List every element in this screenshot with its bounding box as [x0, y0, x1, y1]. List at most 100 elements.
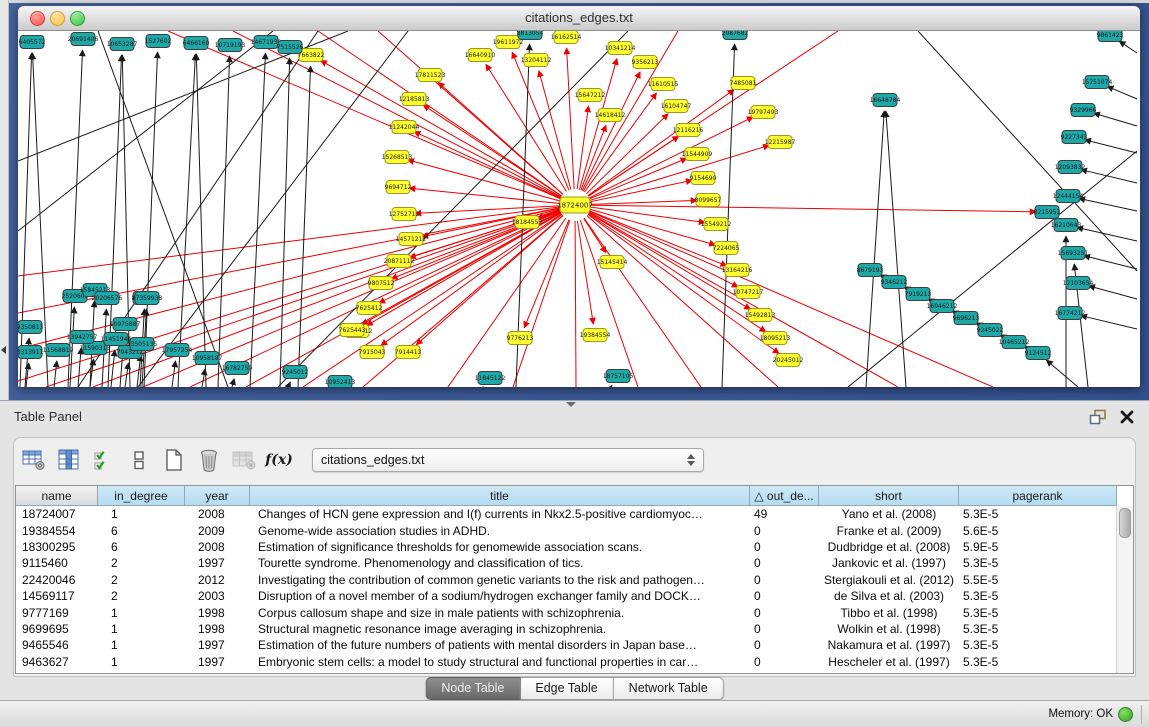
table-row[interactable]: 1872400712008Changes of HCN gene express… [16, 506, 1117, 522]
function-builder-button[interactable]: f(x) [265, 446, 293, 474]
create-column-button[interactable] [160, 446, 188, 474]
cell-year: 2008 [185, 507, 250, 521]
svg-text:12215987: 12215987 [765, 139, 796, 146]
delete-column-button[interactable] [195, 446, 223, 474]
tab-node-table[interactable]: Node Table [425, 677, 520, 700]
table-row[interactable]: 2242004622012Investigating the contribut… [16, 572, 1117, 588]
svg-text:12093832: 12093832 [1055, 164, 1086, 171]
column-header-title[interactable]: title [250, 486, 750, 506]
cell-out-de-: 0 [750, 589, 819, 603]
selection-toggle-button[interactable] [125, 446, 153, 474]
svg-text:15647212: 15647212 [575, 92, 606, 99]
svg-text:18757105: 18757105 [603, 373, 634, 380]
svg-text:13204112: 13204112 [521, 57, 552, 64]
close-window-button[interactable] [30, 11, 45, 26]
column-header-short[interactable]: short [819, 486, 959, 506]
table-row[interactable]: 1938455462009Genome-wide association stu… [16, 522, 1117, 538]
table-mode-button[interactable] [20, 446, 48, 474]
cell-title: Corpus callosum shape and size in male p… [250, 606, 750, 620]
column-header-year[interactable]: year [185, 486, 250, 506]
svg-text:15549212: 15549212 [701, 221, 732, 228]
column-chooser-button[interactable] [55, 446, 83, 474]
table-row[interactable]: 911546021997Tourette syndrome. Phenomeno… [16, 555, 1117, 571]
svg-text:10747217: 10747217 [733, 289, 764, 296]
status-bar: Memory: OK [0, 700, 1149, 727]
svg-text:16774212: 16774212 [1055, 310, 1086, 317]
column-header-out-de-[interactable]: △ out_de... [750, 486, 819, 506]
select-rows-button[interactable] [90, 446, 118, 474]
svg-text:15268513: 15268513 [382, 154, 413, 161]
vertical-scrollbar[interactable] [1116, 506, 1133, 673]
cell-out-de-: 0 [750, 556, 819, 570]
svg-text:11568819: 11568819 [43, 347, 74, 354]
cell-title: Embryonic stem cells: a model to study s… [250, 655, 750, 669]
svg-text:6405572: 6405572 [19, 39, 46, 46]
svg-text:14618412: 14618412 [595, 112, 626, 119]
left-panel-strip [0, 0, 9, 400]
cell-short: Nakamura et al. (1997) [819, 638, 959, 652]
table-row[interactable]: 1456911722003Disruption of a novel membe… [16, 588, 1117, 604]
cell-pagerank: 5.3E-5 [959, 507, 1117, 521]
svg-text:10958187: 10958187 [192, 355, 223, 362]
cell-in-degree: 1 [98, 507, 185, 521]
minimize-window-button[interactable] [50, 11, 65, 26]
table-row[interactable]: 946554611997Estimation of the future num… [16, 637, 1117, 653]
float-panel-icon[interactable] [1089, 409, 1107, 425]
svg-text:14571212: 14571212 [396, 236, 427, 243]
cell-in-degree: 1 [98, 622, 185, 636]
svg-text:15492813: 15492813 [745, 312, 776, 319]
svg-text:9696213: 9696213 [953, 315, 980, 322]
svg-text:12185813: 12185813 [399, 96, 430, 103]
tab-edge-table[interactable]: Edge Table [520, 677, 613, 700]
svg-text:9154690: 9154690 [690, 175, 717, 182]
tab-network-table[interactable]: Network Table [614, 677, 724, 700]
fx-icon: f(x) [265, 452, 293, 468]
svg-text:18095213: 18095213 [760, 335, 791, 342]
svg-text:12444154: 12444154 [1053, 193, 1084, 200]
svg-text:10653287: 10653287 [107, 41, 138, 48]
cell-pagerank: 5.3E-5 [959, 556, 1117, 570]
svg-text:19797493: 19797493 [748, 109, 779, 116]
svg-text:10719193: 10719193 [215, 42, 246, 49]
table-row[interactable]: 969969511998Structural magnetic resonanc… [16, 621, 1117, 637]
cell-year: 1997 [185, 655, 250, 669]
column-header-in-degree[interactable]: in_degree [98, 486, 185, 506]
cell-title: Genome-wide association studies in ADHD. [250, 524, 750, 538]
svg-text:7663822: 7663822 [298, 52, 325, 59]
delete-table-button[interactable] [230, 446, 258, 474]
cell-pagerank: 5.9E-5 [959, 540, 1117, 554]
node-table: namein_degreeyeartitle△ out_de...shortpa… [15, 485, 1134, 674]
table-row[interactable]: 1830029562008Estimation of significance … [16, 539, 1117, 555]
svg-text:11544909: 11544909 [682, 151, 713, 158]
svg-text:11845122: 11845122 [475, 375, 506, 382]
svg-text:7625412: 7625412 [356, 305, 383, 312]
panel-collapse-arrow-icon[interactable] [1, 346, 6, 354]
cell-short: Dudbridge et al. (2008) [819, 540, 959, 554]
network-graph-canvas[interactable]: 1872400717811523121858131124204415268513… [18, 31, 1138, 387]
scrollbar-thumb[interactable] [1119, 508, 1131, 538]
dropdown-stepper-icon [687, 454, 695, 466]
column-header-pagerank[interactable]: pagerank [959, 486, 1117, 506]
status-bar-divider [1141, 705, 1142, 724]
column-header-name[interactable]: name [16, 486, 98, 506]
cell-short: Wolkin et al. (1998) [819, 622, 959, 636]
network-view-window[interactable]: citations_edges.txt 18724007178115231218… [18, 6, 1140, 387]
cell-year: 2012 [185, 573, 250, 587]
cell-short: Stergiakouli et al. (2012) [819, 573, 959, 587]
table-row[interactable]: 946362711997Embryonic stem cells: a mode… [16, 654, 1117, 670]
svg-text:17359938: 17359938 [132, 295, 163, 302]
network-window-titlebar[interactable]: citations_edges.txt [18, 6, 1140, 31]
table-selector-dropdown[interactable]: citations_edges.txt [312, 448, 704, 472]
close-panel-icon[interactable] [1119, 409, 1135, 425]
cell-in-degree: 2 [98, 556, 185, 570]
table-header-row: namein_degreeyeartitle△ out_de...shortpa… [16, 486, 1133, 506]
svg-text:9694712: 9694712 [385, 184, 412, 191]
maximize-window-button[interactable] [70, 11, 85, 26]
svg-text:20245012: 20245012 [773, 357, 804, 364]
table-row[interactable]: 977716911998Corpus callosum shape and si… [16, 604, 1117, 620]
svg-text:15145414: 15145414 [597, 259, 628, 266]
svg-text:9245022: 9245022 [977, 327, 1004, 334]
memory-status-label: Memory: OK [1048, 708, 1113, 720]
cell-title: Estimation of significance thresholds fo… [250, 540, 750, 554]
svg-text:9356213: 9356213 [632, 59, 659, 66]
